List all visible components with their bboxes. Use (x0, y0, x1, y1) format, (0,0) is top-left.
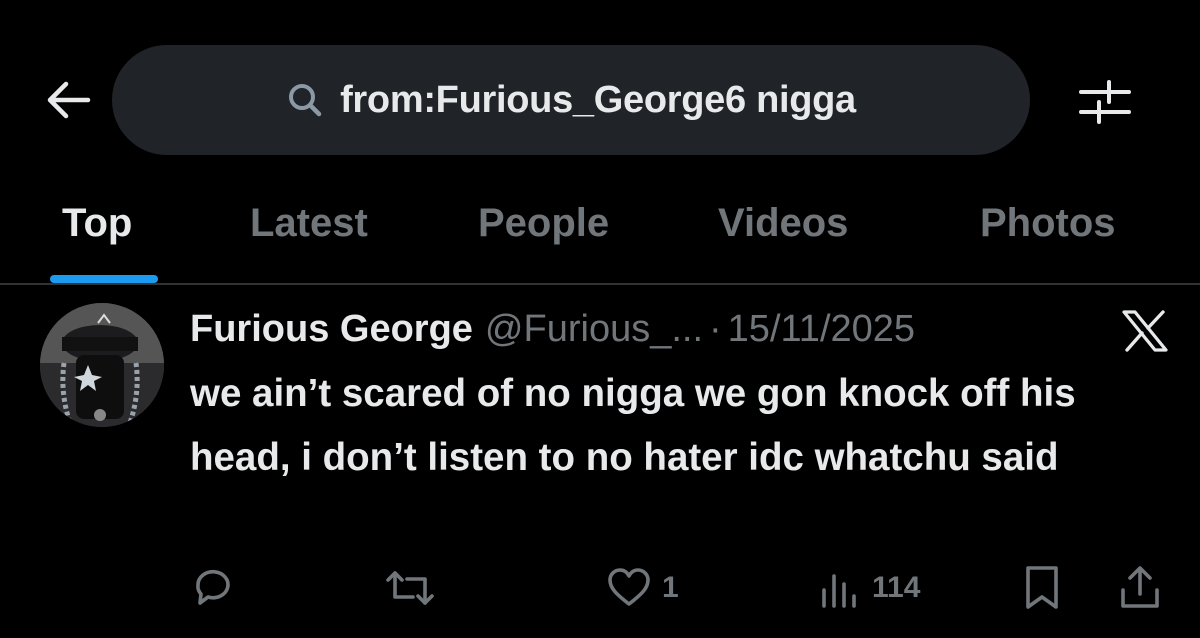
search-tabs: Top Latest People Videos Photos (0, 185, 1200, 283)
tweet-date[interactable]: 15/11/2025 (728, 308, 915, 351)
share-icon (1121, 566, 1159, 608)
reply-icon (196, 570, 230, 605)
bookmark-icon (1026, 566, 1058, 609)
user-handle[interactable]: @Furious_... (485, 308, 703, 351)
active-tab-indicator (50, 275, 158, 283)
share-button[interactable] (1118, 560, 1162, 616)
like-count: 1 (662, 571, 679, 604)
bookmark-button[interactable] (1022, 560, 1062, 616)
tab-videos[interactable]: Videos (718, 185, 848, 283)
back-button[interactable] (38, 72, 98, 128)
retweet-button[interactable] (385, 560, 435, 616)
tweet-text: we ain’t scared of no nigga we gon knock… (190, 372, 1076, 479)
display-name[interactable]: Furious George (190, 308, 473, 351)
search-query-text: from:Furious_George6 nigga (340, 78, 856, 121)
header-separator: · (709, 307, 722, 350)
tab-photos[interactable]: Photos (980, 185, 1116, 283)
like-button[interactable]: 1 (606, 560, 679, 616)
search-icon (289, 84, 322, 117)
sliders-icon (1079, 80, 1131, 124)
avatar[interactable] (40, 303, 164, 427)
arrow-left-icon (47, 81, 91, 119)
tweet-header: Furious George @Furious_... · 15/11/2025 (190, 304, 1180, 354)
view-count: 114 (872, 571, 921, 604)
retweet-icon (386, 571, 434, 605)
views-button[interactable]: 114 (818, 560, 920, 616)
tab-people[interactable]: People (478, 185, 609, 283)
search-input[interactable]: from:Furious_George6 nigga (112, 45, 1030, 155)
views-icon (822, 574, 856, 608)
reply-button[interactable] (190, 560, 236, 616)
tab-latest[interactable]: Latest (250, 185, 368, 283)
search-results-screen: from:Furious_George6 nigga Top Latest Pe… (0, 0, 1200, 638)
avatar-image (40, 303, 164, 427)
tabs-divider (0, 283, 1200, 285)
heart-icon (608, 568, 650, 606)
x-logo-icon (1118, 306, 1172, 356)
tab-top[interactable]: Top (62, 185, 132, 283)
search-filter-button[interactable] (1072, 72, 1138, 132)
